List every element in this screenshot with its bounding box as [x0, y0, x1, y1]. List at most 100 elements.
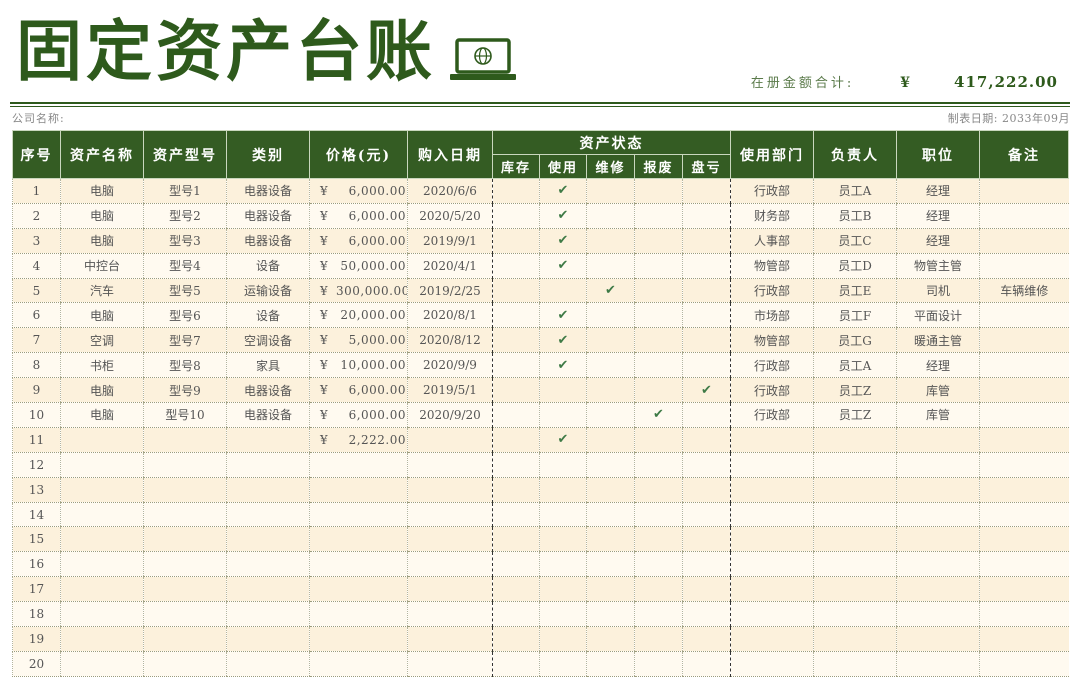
cell-department[interactable] [730, 526, 814, 553]
cell-status-scrapped[interactable] [634, 302, 683, 329]
cell-position[interactable] [896, 477, 980, 503]
cell-status-in-stock[interactable] [492, 253, 540, 279]
cell-status-in-stock[interactable] [492, 626, 540, 652]
cell-asset-name[interactable]: 汽车 [60, 278, 144, 304]
cell-status-in-use[interactable] [539, 502, 587, 528]
cell-owner[interactable]: 员工C [813, 228, 897, 254]
cell-asset-model[interactable] [143, 551, 227, 578]
cell-purchase-date[interactable] [407, 427, 493, 453]
cell-asset-name[interactable] [60, 477, 144, 503]
cell-position[interactable] [896, 526, 980, 553]
cell-status-repair[interactable] [586, 302, 635, 329]
cell-owner[interactable] [813, 601, 897, 628]
cell-position[interactable] [896, 626, 980, 652]
cell-department[interactable]: 行政部 [730, 352, 814, 379]
cell-asset-name[interactable]: 书柜 [60, 352, 144, 379]
cell-status-scrapped[interactable] [634, 651, 683, 677]
cell-status-loss[interactable] [682, 302, 731, 329]
cell-status-in-use[interactable]: ✔ [539, 302, 587, 329]
cell-category[interactable]: 电器设备 [226, 377, 310, 404]
cell-status-in-use[interactable]: ✔ [539, 228, 587, 254]
cell-asset-name[interactable] [60, 502, 144, 528]
cell-status-in-stock[interactable] [492, 302, 540, 329]
cell-seq[interactable]: 12 [12, 452, 61, 478]
cell-department[interactable]: 行政部 [730, 278, 814, 304]
cell-owner[interactable]: 员工F [813, 302, 897, 329]
cell-status-scrapped[interactable] [634, 526, 683, 553]
cell-department[interactable]: 物管部 [730, 253, 814, 279]
cell-status-loss[interactable] [682, 526, 731, 553]
cell-category[interactable] [226, 477, 310, 503]
cell-seq[interactable]: 20 [12, 651, 61, 677]
cell-status-repair[interactable] [586, 651, 635, 677]
cell-department[interactable] [730, 452, 814, 478]
cell-asset-model[interactable] [143, 452, 227, 478]
cell-status-repair[interactable] [586, 228, 635, 254]
cell-seq[interactable]: 13 [12, 477, 61, 503]
cell-status-loss[interactable] [682, 601, 731, 628]
cell-price[interactable]: ¥6,000.00 [309, 178, 408, 204]
cell-purchase-date[interactable] [407, 626, 493, 652]
cell-purchase-date[interactable]: 2019/9/1 [407, 228, 493, 254]
cell-price[interactable] [309, 452, 408, 478]
cell-seq[interactable]: 11 [12, 427, 61, 453]
cell-note[interactable] [979, 253, 1069, 279]
cell-asset-model[interactable]: 型号7 [143, 327, 227, 354]
cell-category[interactable]: 电器设备 [226, 203, 310, 229]
cell-category[interactable] [226, 601, 310, 628]
cell-note[interactable] [979, 203, 1069, 229]
cell-owner[interactable]: 员工G [813, 327, 897, 354]
cell-status-scrapped[interactable] [634, 327, 683, 354]
cell-price[interactable] [309, 601, 408, 628]
cell-seq[interactable]: 7 [12, 327, 61, 354]
cell-seq[interactable]: 4 [12, 253, 61, 279]
cell-note[interactable] [979, 651, 1069, 677]
cell-status-in-stock[interactable] [492, 377, 540, 404]
cell-status-repair[interactable] [586, 526, 635, 553]
cell-price[interactable] [309, 551, 408, 578]
cell-owner[interactable] [813, 452, 897, 478]
cell-status-repair[interactable] [586, 352, 635, 379]
cell-position[interactable] [896, 427, 980, 453]
cell-asset-model[interactable] [143, 526, 227, 553]
cell-category[interactable]: 电器设备 [226, 228, 310, 254]
cell-status-in-stock[interactable] [492, 178, 540, 204]
cell-owner[interactable]: 员工Z [813, 377, 897, 404]
cell-status-repair[interactable] [586, 576, 635, 603]
cell-note[interactable] [979, 551, 1069, 578]
cell-position[interactable]: 库管 [896, 402, 980, 428]
cell-position[interactable]: 经理 [896, 352, 980, 379]
cell-status-loss[interactable] [682, 352, 731, 379]
cell-department[interactable]: 人事部 [730, 228, 814, 254]
cell-category[interactable] [226, 651, 310, 677]
cell-status-in-use[interactable]: ✔ [539, 327, 587, 354]
cell-status-in-use[interactable] [539, 402, 587, 428]
cell-asset-model[interactable] [143, 651, 227, 677]
cell-asset-model[interactable]: 型号6 [143, 302, 227, 329]
cell-department[interactable] [730, 626, 814, 652]
cell-note[interactable] [979, 402, 1069, 428]
cell-asset-name[interactable] [60, 601, 144, 628]
cell-status-scrapped[interactable] [634, 352, 683, 379]
cell-asset-name[interactable] [60, 526, 144, 553]
cell-status-scrapped[interactable] [634, 626, 683, 652]
cell-status-in-stock[interactable] [492, 327, 540, 354]
cell-price[interactable]: ¥50,000.00 [309, 253, 408, 279]
cell-seq[interactable]: 15 [12, 526, 61, 553]
cell-status-in-stock[interactable] [492, 427, 540, 453]
cell-status-in-stock[interactable] [492, 651, 540, 677]
cell-position[interactable] [896, 551, 980, 578]
cell-status-in-use[interactable] [539, 452, 587, 478]
cell-category[interactable]: 空调设备 [226, 327, 310, 354]
cell-note[interactable]: 车辆维修 [979, 278, 1069, 304]
cell-asset-model[interactable] [143, 427, 227, 453]
cell-owner[interactable]: 员工Z [813, 402, 897, 428]
cell-status-in-use[interactable] [539, 377, 587, 404]
cell-asset-model[interactable]: 型号5 [143, 278, 227, 304]
cell-position[interactable]: 经理 [896, 203, 980, 229]
cell-department[interactable] [730, 427, 814, 453]
cell-category[interactable]: 电器设备 [226, 178, 310, 204]
cell-asset-name[interactable]: 电脑 [60, 302, 144, 329]
cell-status-in-stock[interactable] [492, 352, 540, 379]
cell-note[interactable] [979, 352, 1069, 379]
